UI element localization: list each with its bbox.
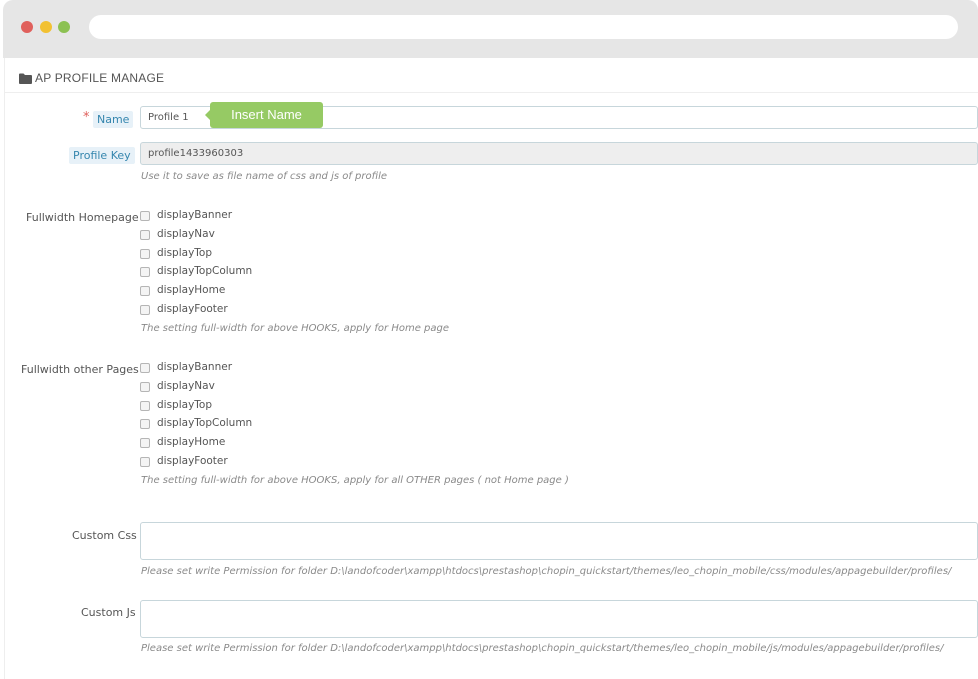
checkbox[interactable] xyxy=(140,248,150,259)
window-close-button[interactable] xyxy=(21,21,33,33)
checkbox[interactable] xyxy=(140,438,150,449)
window-minimize-button[interactable] xyxy=(40,21,52,33)
checkbox[interactable] xyxy=(140,400,150,411)
address-bar[interactable] xyxy=(89,15,958,39)
checkbox-label: displayTop xyxy=(157,246,213,259)
fullwidth-other-help: The setting full-width for above HOOKS, … xyxy=(141,475,569,486)
profile-key-help: Use it to save as file name of css and j… xyxy=(141,171,388,182)
name-tooltip: Insert Name xyxy=(210,102,323,128)
custom-css-textarea[interactable] xyxy=(140,522,978,560)
name-label: Name xyxy=(93,111,134,128)
checkbox[interactable] xyxy=(140,229,150,240)
checkbox-label: displayHome xyxy=(157,284,226,297)
checkbox-label: displayTopColumn xyxy=(157,417,253,430)
checkbox-label: displayNav xyxy=(157,227,215,240)
custom-css-label: Custom Css xyxy=(72,529,137,542)
checkbox-label: displayFooter xyxy=(157,303,228,315)
fullwidth-homepage-help: The setting full-width for above HOOKS, … xyxy=(141,323,449,334)
checkbox-label: displayNav xyxy=(157,379,215,392)
checkbox-label: displayFooter xyxy=(157,455,228,467)
checkbox[interactable] xyxy=(140,286,150,297)
checkbox-label: displayHome xyxy=(157,436,226,449)
panel-heading: AP PROFILE MANAGE xyxy=(5,65,978,93)
custom-css-help: Please set write Permission for folder D… xyxy=(141,566,952,577)
checkbox-label: displayTopColumn xyxy=(157,265,253,278)
checkbox[interactable] xyxy=(140,381,150,392)
custom-js-help: Please set write Permission for folder D… xyxy=(141,643,944,654)
window-maximize-button[interactable] xyxy=(58,21,70,33)
checkbox[interactable] xyxy=(140,363,150,373)
checkbox[interactable] xyxy=(140,457,150,467)
checkbox[interactable] xyxy=(140,419,150,430)
browser-chrome xyxy=(3,0,978,58)
fullwidth-other-label: Fullwidth other Pages xyxy=(21,363,139,376)
checkbox-label: displayBanner xyxy=(157,361,233,373)
required-mark: * xyxy=(83,110,90,125)
custom-js-label: Custom Js xyxy=(81,606,136,619)
checkbox-label: displayTop xyxy=(157,398,213,411)
fullwidth-homepage-label: Fullwidth Homepage xyxy=(26,211,139,224)
checkbox[interactable] xyxy=(140,267,150,278)
checkbox-label: displayBanner xyxy=(157,209,233,221)
checkbox[interactable] xyxy=(140,211,150,221)
profile-key-input[interactable]: profile1433960303 xyxy=(140,142,978,165)
custom-js-textarea[interactable] xyxy=(140,600,978,638)
folder-icon xyxy=(19,73,32,84)
checkbox[interactable] xyxy=(140,305,150,315)
profile-key-label: Profile Key xyxy=(69,147,135,164)
panel-title: AP PROFILE MANAGE xyxy=(35,71,165,85)
